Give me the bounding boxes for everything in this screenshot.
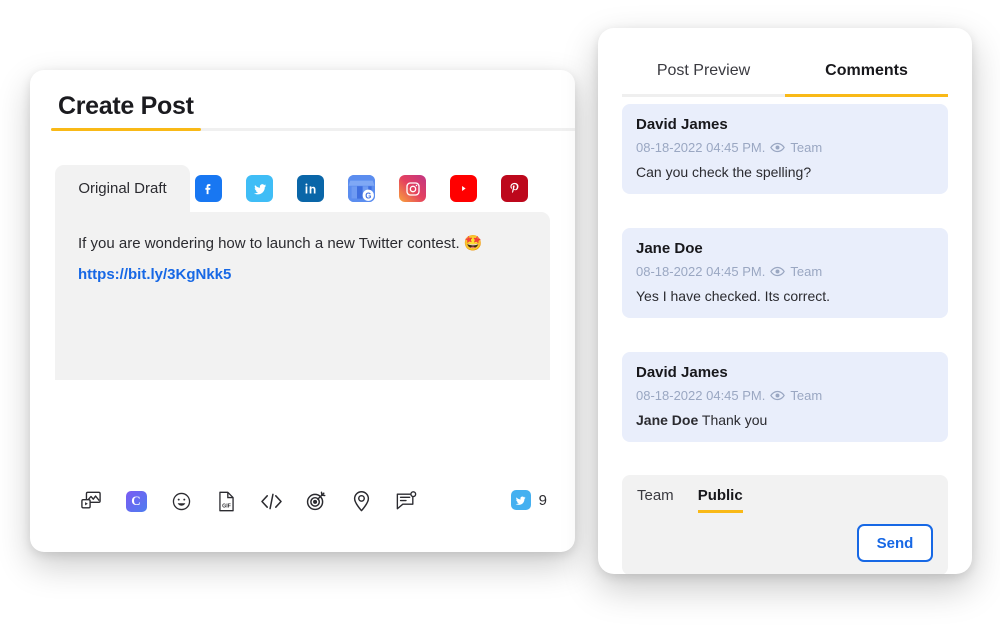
- comment-item[interactable]: David James 08-18-2022 04:45 PM. Team Ca…: [622, 104, 948, 194]
- post-text: If you are wondering how to launch a new…: [78, 235, 460, 252]
- send-button[interactable]: Send: [857, 524, 933, 562]
- comment-text: Thank you: [701, 412, 768, 428]
- comment-timestamp: 08-18-2022 04:45 PM.: [636, 264, 766, 279]
- star-struck-emoji: 🤩: [463, 235, 483, 252]
- comment-text-with-mention: Jane Doe Thank you: [636, 412, 934, 428]
- comment-visibility: Team: [790, 264, 823, 279]
- youtube-icon[interactable]: [450, 175, 477, 202]
- compose-tab-team[interactable]: Team: [637, 487, 674, 513]
- comment-author: David James: [636, 364, 728, 381]
- comment-meta: 08-18-2022 04:45 PM. Team: [636, 388, 934, 403]
- comment-author: Jane Doe: [636, 240, 703, 257]
- comment-timestamp: 08-18-2022 04:45 PM.: [636, 140, 766, 155]
- panel-tabs-active-underline: [785, 94, 948, 97]
- comment-visibility: Team: [790, 140, 823, 155]
- comment-mention[interactable]: Jane Doe: [636, 412, 698, 428]
- tab-post-preview[interactable]: Post Preview: [622, 62, 785, 96]
- eye-icon: [770, 142, 786, 153]
- post-editor[interactable]: If you are wondering how to launch a new…: [55, 212, 550, 380]
- comment-item[interactable]: Jane Doe 08-18-2022 04:45 PM. Team Yes I…: [622, 228, 948, 318]
- comment-compose-box[interactable]: Team Public Send: [622, 475, 948, 574]
- title-divider-active: [51, 128, 201, 131]
- pinterest-icon[interactable]: [501, 175, 528, 202]
- eye-icon: [770, 266, 786, 277]
- comment-text: Yes I have checked. Its correct.: [636, 288, 831, 304]
- app-root: Create Post Original Draft G If you are …: [0, 0, 1000, 628]
- post-actions-bar: URL Shortening Save as Draft Add to Queu…: [30, 485, 575, 552]
- comment-text: Can you check the spelling?: [636, 164, 812, 180]
- tab-original-draft-label: Original Draft: [78, 180, 167, 197]
- comment-meta: 08-18-2022 04:45 PM. Team: [636, 140, 934, 155]
- tab-original-draft[interactable]: Original Draft: [55, 165, 190, 212]
- comment-meta: 08-18-2022 04:45 PM. Team: [636, 264, 934, 279]
- page-title: Create Post: [58, 92, 194, 120]
- eye-icon: [770, 390, 786, 401]
- twitter-icon[interactable]: [246, 175, 273, 202]
- comments-panel-card: Post Preview Comments David James 08-18-…: [598, 28, 972, 574]
- create-post-card: Create Post Original Draft G If you are …: [30, 70, 575, 552]
- social-network-tabs: G: [195, 165, 528, 212]
- comment-timestamp: 08-18-2022 04:45 PM.: [636, 388, 766, 403]
- compose-tab-public[interactable]: Public: [697, 487, 743, 513]
- compose-visibility-tabs: Team Public: [637, 487, 743, 513]
- svg-text:G: G: [365, 192, 371, 201]
- comment-author: David James: [636, 116, 728, 133]
- post-link[interactable]: https://bit.ly/3KgNkk5: [78, 266, 231, 283]
- panel-tabs: Post Preview Comments: [622, 62, 948, 96]
- post-text-line: If you are wondering how to launch a new…: [78, 234, 482, 254]
- facebook-icon[interactable]: [195, 175, 222, 202]
- comment-item[interactable]: David James 08-18-2022 04:45 PM. Team Ja…: [622, 352, 948, 442]
- tab-comments[interactable]: Comments: [785, 62, 948, 96]
- comment-visibility: Team: [790, 388, 823, 403]
- linkedin-icon[interactable]: [297, 175, 324, 202]
- instagram-icon[interactable]: [399, 175, 426, 202]
- google-business-icon[interactable]: G: [348, 175, 375, 202]
